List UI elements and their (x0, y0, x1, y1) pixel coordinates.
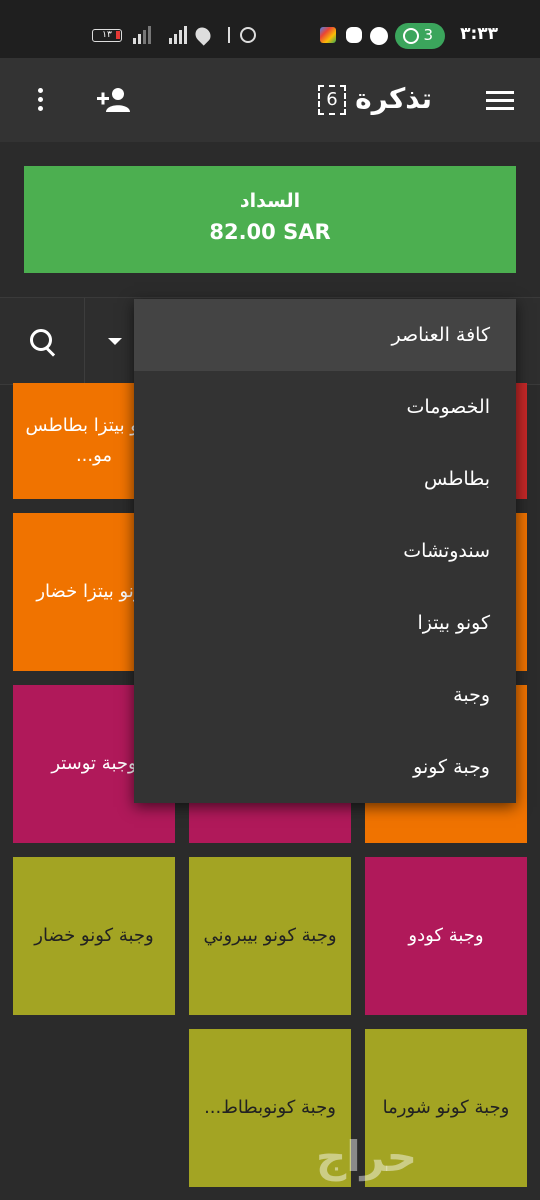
product-tile[interactable]: وجبة كونو خضار (13, 857, 175, 1015)
payment-amount: 82.00 SAR (209, 220, 331, 244)
watermark-logo: حراج (316, 1132, 418, 1181)
battery-low-indicator (116, 31, 120, 39)
battery-level: ١٣ (102, 30, 112, 40)
product-tile[interactable]: وجبة كودو (365, 857, 527, 1015)
app-notification-icon (320, 27, 336, 43)
dropdown-item-all[interactable]: كافة العناصر (134, 299, 516, 371)
app-bar: تذكرة 6 (0, 58, 540, 142)
dropdown-item-discounts[interactable]: الخصومات (134, 371, 516, 443)
product-tile[interactable]: وجبة كونو بيبروني (189, 857, 351, 1015)
add-customer-icon[interactable] (96, 86, 132, 118)
page-title: تذكرة (355, 82, 432, 115)
snapchat-icon (346, 27, 362, 43)
dropdown-item-fries[interactable]: بطاطس (134, 443, 516, 515)
whatsapp-icon (370, 27, 388, 45)
signal-icon-secondary (132, 26, 151, 44)
ticket-count-badge[interactable]: 6 (318, 85, 346, 115)
status-bar: ٣:٣٣ 3 ١٣ (0, 0, 540, 58)
search-button[interactable] (0, 298, 85, 384)
category-dropdown: كافة العناصر الخصومات بطاطس سندوتشات كون… (134, 299, 516, 803)
status-time: ٣:٣٣ (460, 24, 498, 44)
dropdown-item-meal[interactable]: وجبة (134, 659, 516, 731)
location-icon (192, 24, 214, 46)
hotspot-indicator: 3 (395, 23, 445, 49)
dropdown-item-kono-meal[interactable]: وجبة كونو (134, 731, 516, 803)
payment-label: السداد (239, 190, 301, 212)
battery-icon: ١٣ (92, 29, 122, 42)
hotspot-count: 3 (423, 26, 433, 44)
dropdown-item-sandwiches[interactable]: سندوتشات (134, 515, 516, 587)
alarm-icon (240, 27, 256, 43)
bluetooth-icon (220, 27, 230, 43)
dropdown-item-kono-pizza[interactable]: كونو بيتزا (134, 587, 516, 659)
hotspot-icon (403, 28, 419, 44)
chevron-down-icon[interactable] (108, 338, 122, 345)
signal-icon (168, 26, 187, 44)
menu-icon[interactable] (486, 91, 514, 111)
payment-button[interactable]: السداد 82.00 SAR (24, 166, 516, 273)
more-options-icon[interactable] (38, 88, 46, 115)
